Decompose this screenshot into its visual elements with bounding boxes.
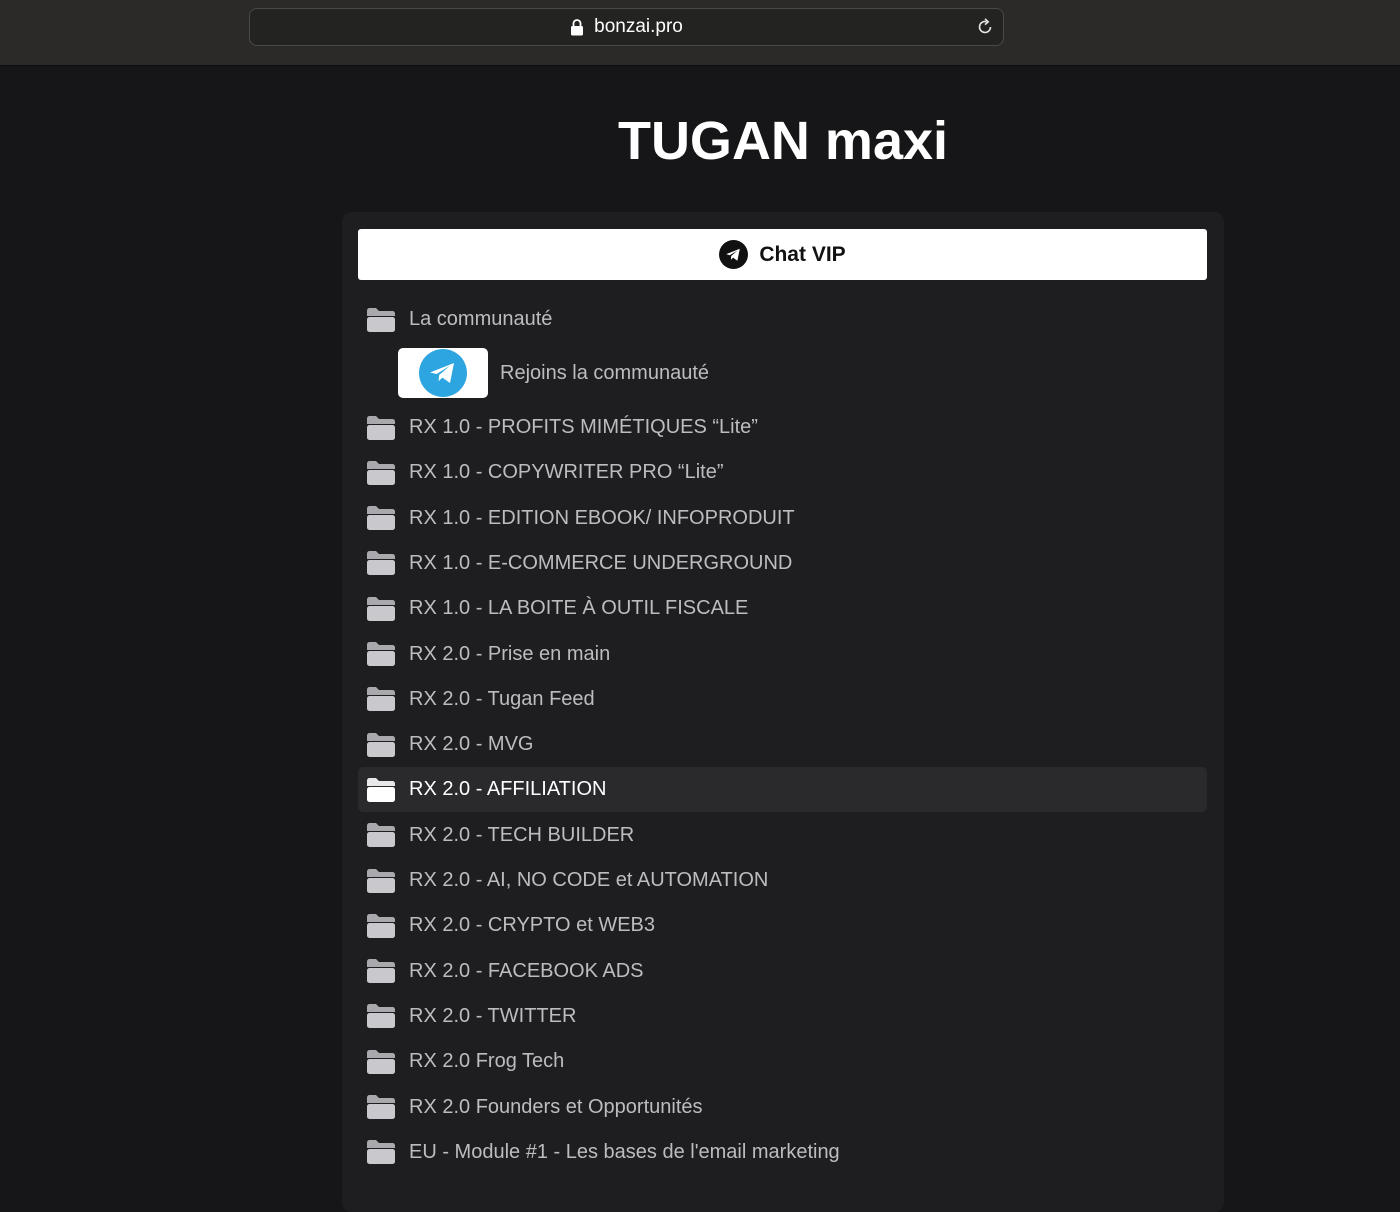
folder-row[interactable]: RX 2.0 - AI, NO CODE et AUTOMATION <box>358 858 1207 903</box>
folder-icon <box>367 687 395 712</box>
url-text: bonzai.pro <box>594 16 683 37</box>
join-community-link[interactable]: Rejoins la communauté <box>398 348 709 398</box>
folder-icon <box>367 913 395 938</box>
folder-label: RX 1.0 - COPYWRITER PRO “Lite” <box>409 461 724 484</box>
folder-row[interactable]: RX 2.0 - FACEBOOK ADS <box>358 949 1207 994</box>
folder-row[interactable]: RX 1.0 - LA BOITE À OUTIL FISCALE <box>358 586 1207 631</box>
folder-row[interactable]: RX 2.0 - TWITTER <box>358 994 1207 1039</box>
telegram-icon <box>419 349 467 397</box>
folder-icon <box>367 460 395 485</box>
folder-label: RX 2.0 - MVG <box>409 733 534 756</box>
folder-row[interactable]: RX 2.0 - CRYPTO et WEB3 <box>358 903 1207 948</box>
folder-label: RX 2.0 - FACEBOOK ADS <box>409 959 644 982</box>
folder-icon <box>367 777 395 802</box>
folder-label: RX 2.0 - TWITTER <box>409 1004 577 1027</box>
folder-label: RX 2.0 - Tugan Feed <box>409 687 595 710</box>
folder-label: RX 2.0 Frog Tech <box>409 1050 565 1073</box>
folder-label: RX 2.0 - TECH BUILDER <box>409 823 635 846</box>
folder-row[interactable]: RX 1.0 - COPYWRITER PRO “Lite” <box>358 450 1207 495</box>
folder-icon <box>367 732 395 757</box>
folder-label: RX 2.0 Founders et Opportunités <box>409 1095 703 1118</box>
folder-label: EU - Module #1 - Les bases de l'email ma… <box>409 1140 840 1163</box>
join-community-label: Rejoins la communauté <box>500 361 709 384</box>
folder-label: RX 2.0 - AI, NO CODE et AUTOMATION <box>409 869 769 891</box>
address-bar[interactable]: bonzai.pro <box>249 8 1004 46</box>
folder-row[interactable]: RX 2.0 - Tugan Feed <box>358 677 1207 722</box>
folder-row[interactable]: RX 2.0 - Prise en main <box>358 632 1207 677</box>
folder-row[interactable]: RX 2.0 - AFFILIATION <box>358 767 1207 813</box>
folder-icon <box>367 506 395 531</box>
folder-row[interactable]: RX 1.0 - EDITION EBOOK/ INFOPRODUIT <box>358 496 1207 541</box>
folder-label: RX 2.0 - AFFILIATION <box>409 778 607 801</box>
folder-icon <box>367 307 395 332</box>
folder-row[interactable]: RX 2.0 - TECH BUILDER <box>358 813 1207 858</box>
folder-row[interactable]: RX 2.0 Founders et Opportunités <box>358 1085 1207 1130</box>
folder-icon <box>367 823 395 848</box>
chat-vip-button[interactable]: Chat VIP <box>358 229 1207 280</box>
folder-icon <box>367 596 395 621</box>
folder-icon <box>367 959 395 984</box>
folder-icon <box>367 551 395 576</box>
folder-icon <box>367 1004 395 1029</box>
folder-label: RX 2.0 - CRYPTO et WEB3 <box>409 914 656 937</box>
chat-vip-label: Chat VIP <box>759 242 846 266</box>
folder-row[interactable]: EU - Module #1 - Les bases de l'email ma… <box>358 1130 1207 1175</box>
folder-icon <box>367 415 395 440</box>
folder-label: La communauté <box>409 308 553 330</box>
content-panel: Chat VIP La communauté Rejoins la commun… <box>342 212 1224 1212</box>
reload-icon[interactable] <box>975 17 995 37</box>
folder-row[interactable]: RX 1.0 - PROFITS MIMÉTIQUES “Lite” <box>358 405 1207 450</box>
folder-row[interactable]: RX 2.0 - MVG <box>358 722 1207 767</box>
folder-icon <box>367 1049 395 1074</box>
folder-row-community[interactable]: La communauté <box>358 297 1207 342</box>
lock-icon <box>571 19 584 36</box>
browser-toolbar: bonzai.pro <box>0 0 1400 66</box>
folder-label: RX 1.0 - EDITION EBOOK/ INFOPRODUIT <box>409 506 795 529</box>
telegram-icon <box>719 240 749 269</box>
folder-label: RX 1.0 - E-COMMERCE UNDERGROUND <box>409 551 793 574</box>
folder-label: RX 2.0 - Prise en main <box>409 642 611 665</box>
folder-icon <box>367 642 395 666</box>
folder-row[interactable]: RX 2.0 Frog Tech <box>358 1039 1207 1084</box>
folder-row[interactable]: RX 1.0 - E-COMMERCE UNDERGROUND <box>358 541 1207 586</box>
folder-icon <box>367 1140 395 1165</box>
page-title: TUGAN maxi <box>617 111 949 171</box>
folder-label: RX 1.0 - PROFITS MIMÉTIQUES “Lite” <box>409 416 758 438</box>
folder-icon <box>367 868 395 893</box>
folder-icon <box>367 1095 395 1119</box>
folder-label: RX 1.0 - LA BOITE À OUTIL FISCALE <box>409 597 749 620</box>
telegram-card <box>398 348 488 398</box>
